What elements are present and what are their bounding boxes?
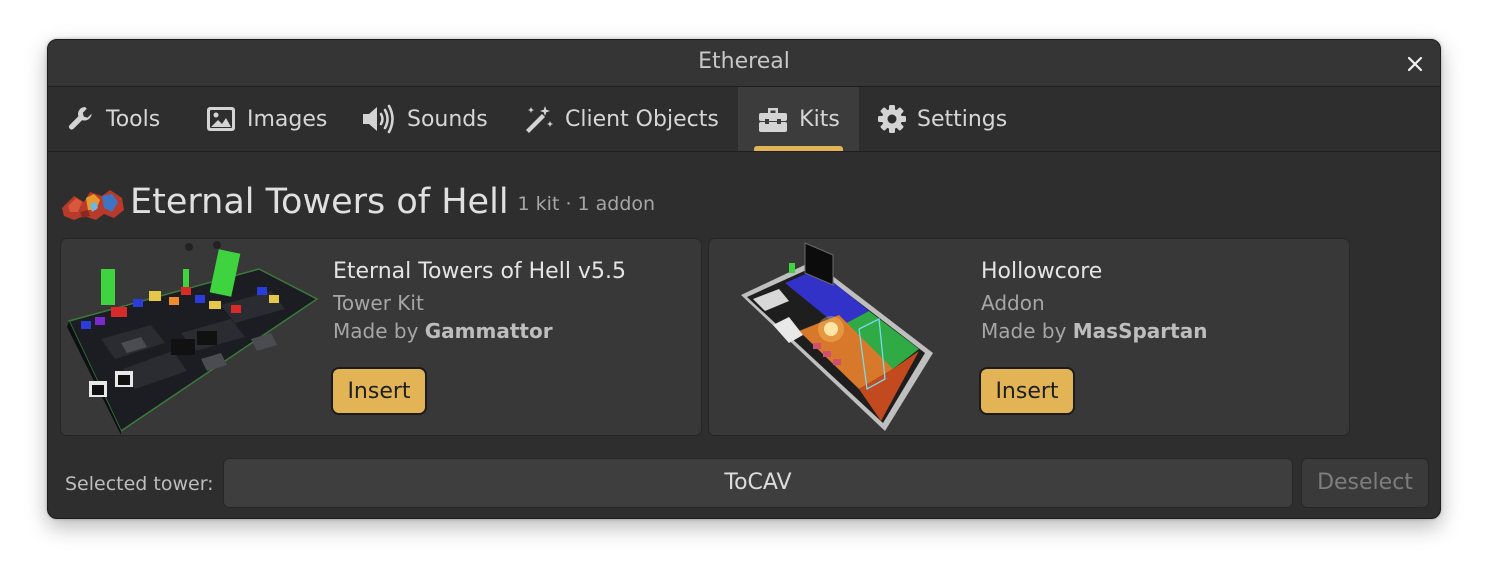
selected-tower-label: Selected tower: [65, 473, 214, 495]
kit-type: Tower Kit [333, 291, 424, 315]
gear-icon [877, 104, 907, 134]
title-bar[interactable]: Ethereal [48, 40, 1440, 87]
made-by-label: Made by [981, 319, 1067, 343]
insert-button[interactable]: Insert [979, 367, 1075, 415]
image-icon [205, 104, 237, 134]
section-title: Eternal Towers of Hell [130, 182, 509, 222]
tab-sounds[interactable]: Sounds [361, 87, 488, 151]
tab-bar: Tools Images Sounds Client Objects Kits … [48, 87, 1440, 152]
kit-type: Addon [981, 291, 1045, 315]
tower-section-header: Eternal Towers of Hell 1 kit · 1 addon [60, 180, 655, 224]
insert-button[interactable]: Insert [331, 367, 427, 415]
wrench-icon [66, 104, 96, 134]
tab-kits[interactable]: Kits [738, 87, 859, 151]
tab-label: Client Objects [565, 106, 719, 132]
kit-name: Hollowcore [981, 259, 1103, 284]
window-title: Ethereal [698, 49, 790, 74]
kit-author: MasSpartan [1072, 319, 1208, 343]
section-count: 1 kit · 1 addon [517, 193, 656, 215]
speaker-icon [361, 104, 397, 134]
kit-author: Gammattor [424, 319, 553, 343]
active-tab-indicator [754, 146, 843, 151]
kit-name: Eternal Towers of Hell v5.5 [333, 259, 626, 284]
toolbox-icon [757, 104, 789, 134]
deselect-button[interactable]: Deselect [1301, 458, 1429, 508]
tab-tools[interactable]: Tools [66, 87, 160, 151]
kit-author-line: Made by MasSpartan [981, 319, 1207, 343]
tab-settings[interactable]: Settings [877, 87, 1007, 151]
tower-kit-thumbnail [67, 241, 319, 435]
tab-client-objects[interactable]: Client Objects [523, 87, 719, 151]
kit-card: Eternal Towers of Hell v5.5 Tower Kit Ma… [60, 238, 702, 436]
ethereal-window: Ethereal Tools Images Sounds Client Obje… [47, 39, 1441, 519]
close-icon[interactable] [1406, 55, 1424, 73]
addon-card: Hollowcore Addon Made by MasSpartan Inse… [708, 238, 1350, 436]
addon-thumbnail [741, 242, 933, 431]
tab-label: Settings [917, 106, 1008, 132]
magic-wand-icon [523, 104, 555, 134]
kit-author-line: Made by Gammattor [333, 319, 553, 343]
tab-label: Tools [106, 106, 161, 132]
made-by-label: Made by [333, 319, 419, 343]
tab-images[interactable]: Images [205, 87, 327, 151]
tab-label: Images [247, 106, 328, 132]
etoh-logo [62, 190, 124, 220]
tab-label: Kits [799, 106, 840, 132]
selected-tower-field[interactable]: ToCAV [223, 458, 1293, 508]
tab-label: Sounds [407, 106, 488, 132]
